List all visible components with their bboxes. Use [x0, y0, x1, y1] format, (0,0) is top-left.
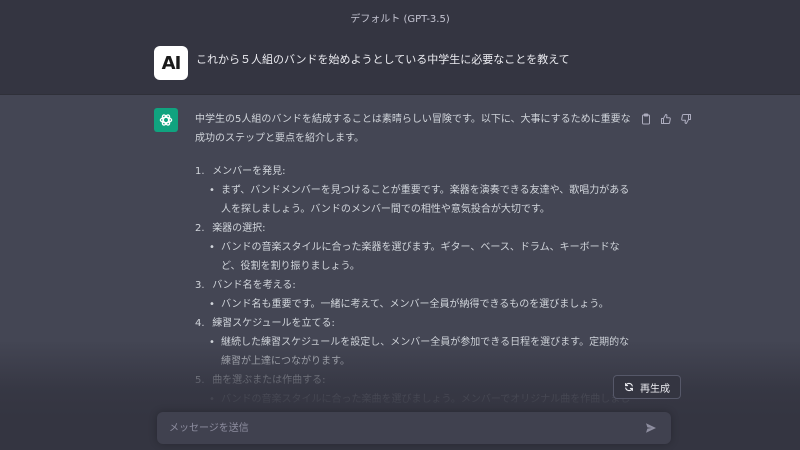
message-input[interactable]	[157, 421, 643, 435]
thumbs-up-icon[interactable]	[660, 110, 672, 124]
chatgpt-logo-icon	[154, 108, 178, 132]
message-actions	[640, 110, 692, 125]
step-title: 練習スケジュールを立てる:	[212, 318, 335, 329]
step-number: 1.	[195, 166, 205, 177]
assistant-message: 中学生の5人組のバンドを結成することは素晴らしい冒険です。以下に、大事にするため…	[195, 110, 635, 428]
send-icon[interactable]	[643, 420, 659, 436]
step-detail: まず、バンドメンバーを見つけることが重要です。楽器を演奏できる友達や、歌唱力があ…	[209, 181, 635, 219]
assistant-intro: 中学生の5人組のバンドを結成することは素晴らしい冒険です。以下に、大事にするため…	[195, 114, 631, 144]
step-number: 4.	[195, 318, 205, 329]
regenerate-label: 再生成	[640, 383, 670, 395]
step-detail: バンド名も重要です。一緒に考えて、メンバー全員が納得できるものを選びましょう。	[209, 295, 635, 314]
clipboard-icon[interactable]	[640, 110, 652, 125]
list-item: 1. メンバーを発見: まず、バンドメンバーを見つけることが重要です。楽器を演奏…	[195, 162, 635, 219]
list-item: 3. バンド名を考える: バンド名も重要です。一緒に考えて、メンバー全員が納得で…	[195, 276, 635, 314]
step-detail: 継続した練習スケジュールを設定し、メンバー全員が参加できる日程を選びます。定期的…	[209, 333, 635, 371]
user-avatar: AI	[154, 46, 188, 80]
user-message-text: これから５人組のバンドを始めようとしている中学生に必要なことを教えて	[196, 53, 570, 66]
step-title: 楽器の選択:	[212, 223, 266, 234]
model-title: デフォルト (GPT-3.5)	[350, 13, 450, 25]
openai-knot-icon	[159, 114, 173, 126]
top-bar: デフォルト (GPT-3.5)	[0, 0, 800, 35]
list-item: 4. 練習スケジュールを立てる: 継続した練習スケジュールを設定し、メンバー全員…	[195, 314, 635, 371]
steps-list: 1. メンバーを発見: まず、バンドメンバーを見つけることが重要です。楽器を演奏…	[195, 162, 635, 428]
step-detail: バンドの音楽スタイルに合った楽器を選びます。ギター、ベース、ドラム、キーボードな…	[209, 238, 635, 276]
step-number: 3.	[195, 280, 205, 291]
thumbs-down-icon[interactable]	[680, 110, 692, 124]
step-title: メンバーを発見:	[212, 166, 286, 177]
refresh-icon	[625, 382, 633, 392]
step-number: 5.	[195, 375, 205, 386]
regenerate-button[interactable]: 再生成	[613, 375, 681, 399]
step-number: 2.	[195, 223, 205, 234]
message-composer	[157, 412, 671, 444]
list-item: 2. 楽器の選択: バンドの音楽スタイルに合った楽器を選びます。ギター、ベース、…	[195, 219, 635, 276]
user-message-row: AI これから５人組のバンドを始めようとしている中学生に必要なことを教えて	[0, 34, 800, 95]
step-title: 曲を選ぶまたは作曲する:	[212, 375, 326, 386]
step-title: バンド名を考える:	[212, 280, 296, 291]
